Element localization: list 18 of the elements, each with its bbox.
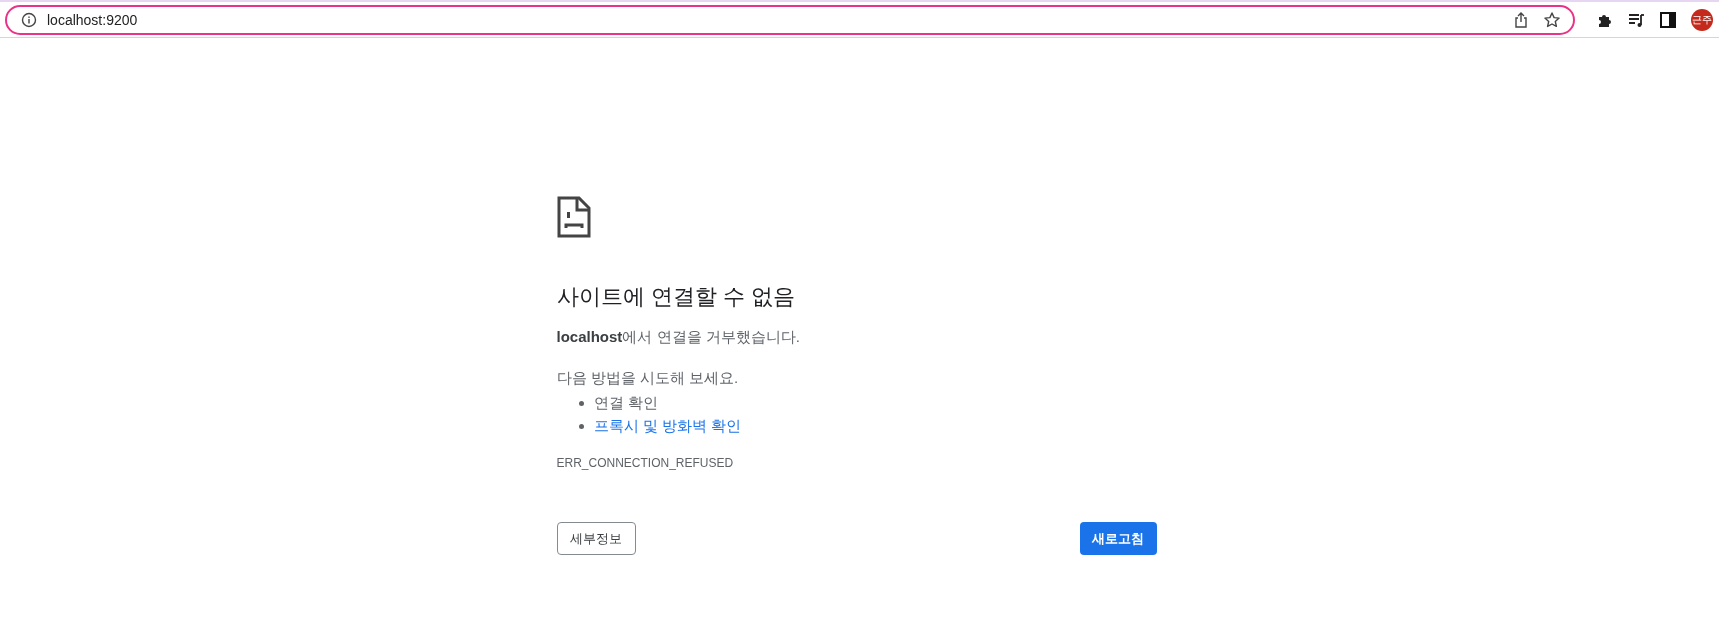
profile-avatar[interactable]: 근주 xyxy=(1691,8,1713,31)
bullet-icon xyxy=(578,424,584,429)
url-text: localhost:9200 xyxy=(47,11,138,28)
share-icon[interactable] xyxy=(1513,10,1529,29)
side-panel-icon[interactable] xyxy=(1660,11,1676,28)
address-bar[interactable]: localhost:9200 xyxy=(5,4,1575,35)
suggestion-link[interactable]: 프록시 및 방화벽 확인 xyxy=(593,417,741,436)
info-icon[interactable] xyxy=(21,11,37,28)
reload-button[interactable]: 새로고침 xyxy=(1079,522,1157,555)
suggestion-text: 연결 확인 xyxy=(593,394,658,413)
sad-page-icon xyxy=(556,196,591,238)
error-code: ERR_CONNECTION_REFUSED xyxy=(556,456,735,470)
error-message: localhost에서 연결을 거부했습니다. xyxy=(556,328,801,347)
error-title: 사이트에 연결할 수 없음 xyxy=(556,283,796,311)
details-button[interactable]: 세부정보 xyxy=(556,522,636,555)
bullet-icon xyxy=(578,401,584,406)
suggestions-heading: 다음 방법을 시도해 보세요. xyxy=(556,369,740,388)
star-icon[interactable] xyxy=(1543,10,1561,29)
